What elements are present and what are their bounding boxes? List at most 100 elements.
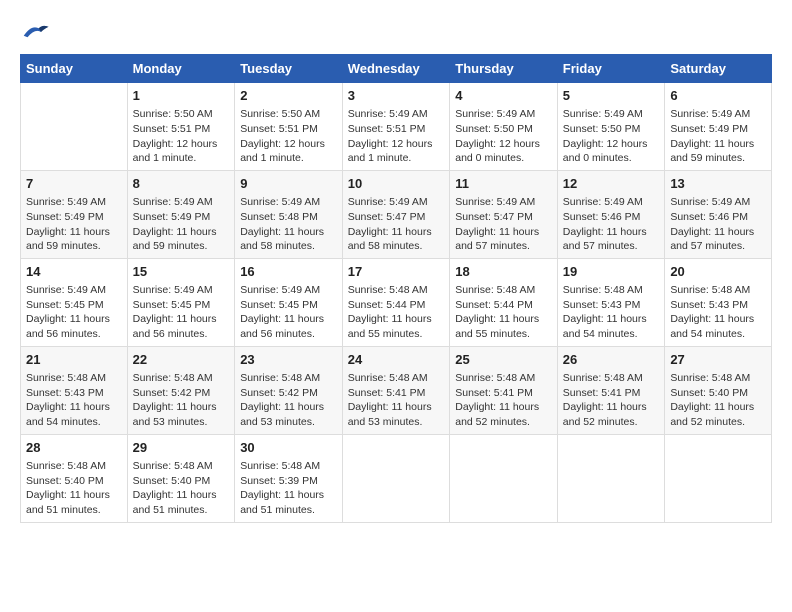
day-info: Sunrise: 5:49 AMSunset: 5:45 PMDaylight:…: [240, 283, 337, 342]
logo: [20, 20, 52, 44]
calendar-cell: 9 Sunrise: 5:49 AMSunset: 5:48 PMDaylight…: [235, 170, 343, 258]
calendar-cell: 1 Sunrise: 5:50 AMSunset: 5:51 PMDaylight…: [127, 83, 235, 171]
day-number: 7: [26, 175, 122, 193]
calendar-table: SundayMondayTuesdayWednesdayThursdayFrid…: [20, 54, 772, 523]
day-number: 19: [563, 263, 660, 281]
calendar-week-row: 14 Sunrise: 5:49 AMSunset: 5:45 PMDayligh…: [21, 258, 772, 346]
day-info: Sunrise: 5:49 AMSunset: 5:45 PMDaylight:…: [26, 283, 122, 342]
header-thursday: Thursday: [450, 55, 558, 83]
calendar-cell: [665, 434, 772, 522]
calendar-cell: 14 Sunrise: 5:49 AMSunset: 5:45 PMDayligh…: [21, 258, 128, 346]
day-number: 4: [455, 87, 552, 105]
day-number: 27: [670, 351, 766, 369]
day-info: Sunrise: 5:48 AMSunset: 5:39 PMDaylight:…: [240, 459, 337, 518]
day-info: Sunrise: 5:49 AMSunset: 5:46 PMDaylight:…: [563, 195, 660, 254]
calendar-cell: 4 Sunrise: 5:49 AMSunset: 5:50 PMDaylight…: [450, 83, 558, 171]
calendar-cell: 6 Sunrise: 5:49 AMSunset: 5:49 PMDaylight…: [665, 83, 772, 171]
calendar-cell: 11 Sunrise: 5:49 AMSunset: 5:47 PMDayligh…: [450, 170, 558, 258]
day-number: 16: [240, 263, 337, 281]
day-number: 2: [240, 87, 337, 105]
day-info: Sunrise: 5:49 AMSunset: 5:49 PMDaylight:…: [670, 107, 766, 166]
calendar-cell: [450, 434, 558, 522]
calendar-week-row: 21 Sunrise: 5:48 AMSunset: 5:43 PMDayligh…: [21, 346, 772, 434]
day-number: 13: [670, 175, 766, 193]
calendar-week-row: 28 Sunrise: 5:48 AMSunset: 5:40 PMDayligh…: [21, 434, 772, 522]
logo-icon: [20, 20, 50, 44]
calendar-cell: [342, 434, 450, 522]
day-info: Sunrise: 5:48 AMSunset: 5:42 PMDaylight:…: [240, 371, 337, 430]
day-number: 11: [455, 175, 552, 193]
header-tuesday: Tuesday: [235, 55, 343, 83]
day-info: Sunrise: 5:49 AMSunset: 5:51 PMDaylight:…: [348, 107, 445, 166]
calendar-cell: 15Sunrise: 5:49 AMSunset: 5:45 PMDayligh…: [127, 258, 235, 346]
calendar-cell: 13Sunrise: 5:49 AMSunset: 5:46 PMDayligh…: [665, 170, 772, 258]
calendar-cell: 17 Sunrise: 5:48 AMSunset: 5:44 PMDayligh…: [342, 258, 450, 346]
day-info: Sunrise: 5:49 AMSunset: 5:49 PMDaylight:…: [133, 195, 230, 254]
day-number: 29: [133, 439, 230, 457]
header-saturday: Saturday: [665, 55, 772, 83]
day-info: Sunrise: 5:48 AMSunset: 5:43 PMDaylight:…: [563, 283, 660, 342]
day-info: Sunrise: 5:49 AMSunset: 5:47 PMDaylight:…: [455, 195, 552, 254]
day-number: 17: [348, 263, 445, 281]
calendar-cell: [21, 83, 128, 171]
day-info: Sunrise: 5:49 AMSunset: 5:45 PMDaylight:…: [133, 283, 230, 342]
day-number: 14: [26, 263, 122, 281]
day-info: Sunrise: 5:49 AMSunset: 5:49 PMDaylight:…: [26, 195, 122, 254]
calendar-header-row: SundayMondayTuesdayWednesdayThursdayFrid…: [21, 55, 772, 83]
day-info: Sunrise: 5:48 AMSunset: 5:43 PMDaylight:…: [26, 371, 122, 430]
calendar-cell: 23Sunrise: 5:48 AMSunset: 5:42 PMDayligh…: [235, 346, 343, 434]
calendar-cell: 18 Sunrise: 5:48 AMSunset: 5:44 PMDayligh…: [450, 258, 558, 346]
day-info: Sunrise: 5:48 AMSunset: 5:41 PMDaylight:…: [455, 371, 552, 430]
day-number: 22: [133, 351, 230, 369]
day-number: 18: [455, 263, 552, 281]
day-number: 21: [26, 351, 122, 369]
day-number: 26: [563, 351, 660, 369]
calendar-cell: 25 Sunrise: 5:48 AMSunset: 5:41 PMDayligh…: [450, 346, 558, 434]
calendar-cell: 21 Sunrise: 5:48 AMSunset: 5:43 PMDayligh…: [21, 346, 128, 434]
calendar-cell: [557, 434, 665, 522]
calendar-cell: 7 Sunrise: 5:49 AMSunset: 5:49 PMDaylight…: [21, 170, 128, 258]
day-number: 1: [133, 87, 230, 105]
day-info: Sunrise: 5:49 AMSunset: 5:50 PMDaylight:…: [455, 107, 552, 166]
day-number: 5: [563, 87, 660, 105]
calendar-cell: 3 Sunrise: 5:49 AMSunset: 5:51 PMDaylight…: [342, 83, 450, 171]
calendar-cell: 5Sunrise: 5:49 AMSunset: 5:50 PMDaylight…: [557, 83, 665, 171]
calendar-cell: 10 Sunrise: 5:49 AMSunset: 5:47 PMDayligh…: [342, 170, 450, 258]
calendar-cell: 28Sunrise: 5:48 AMSunset: 5:40 PMDayligh…: [21, 434, 128, 522]
day-info: Sunrise: 5:48 AMSunset: 5:41 PMDaylight:…: [563, 371, 660, 430]
day-number: 10: [348, 175, 445, 193]
day-number: 3: [348, 87, 445, 105]
calendar-cell: 27Sunrise: 5:48 AMSunset: 5:40 PMDayligh…: [665, 346, 772, 434]
calendar-cell: 29 Sunrise: 5:48 AMSunset: 5:40 PMDayligh…: [127, 434, 235, 522]
day-info: Sunrise: 5:48 AMSunset: 5:43 PMDaylight:…: [670, 283, 766, 342]
day-number: 28: [26, 439, 122, 457]
day-info: Sunrise: 5:48 AMSunset: 5:44 PMDaylight:…: [455, 283, 552, 342]
calendar-cell: 2 Sunrise: 5:50 AMSunset: 5:51 PMDaylight…: [235, 83, 343, 171]
day-number: 25: [455, 351, 552, 369]
header-wednesday: Wednesday: [342, 55, 450, 83]
day-info: Sunrise: 5:49 AMSunset: 5:48 PMDaylight:…: [240, 195, 337, 254]
day-number: 9: [240, 175, 337, 193]
calendar-cell: 19 Sunrise: 5:48 AMSunset: 5:43 PMDayligh…: [557, 258, 665, 346]
calendar-cell: 20 Sunrise: 5:48 AMSunset: 5:43 PMDayligh…: [665, 258, 772, 346]
header-sunday: Sunday: [21, 55, 128, 83]
day-number: 6: [670, 87, 766, 105]
day-info: Sunrise: 5:49 AMSunset: 5:47 PMDaylight:…: [348, 195, 445, 254]
calendar-cell: 30Sunrise: 5:48 AMSunset: 5:39 PMDayligh…: [235, 434, 343, 522]
calendar-week-row: 1 Sunrise: 5:50 AMSunset: 5:51 PMDaylight…: [21, 83, 772, 171]
page-header: [20, 20, 772, 44]
calendar-cell: 24 Sunrise: 5:48 AMSunset: 5:41 PMDayligh…: [342, 346, 450, 434]
day-info: Sunrise: 5:48 AMSunset: 5:40 PMDaylight:…: [133, 459, 230, 518]
calendar-cell: 8 Sunrise: 5:49 AMSunset: 5:49 PMDaylight…: [127, 170, 235, 258]
day-info: Sunrise: 5:50 AMSunset: 5:51 PMDaylight:…: [240, 107, 337, 166]
day-info: Sunrise: 5:48 AMSunset: 5:41 PMDaylight:…: [348, 371, 445, 430]
day-info: Sunrise: 5:50 AMSunset: 5:51 PMDaylight:…: [133, 107, 230, 166]
header-monday: Monday: [127, 55, 235, 83]
calendar-cell: 16 Sunrise: 5:49 AMSunset: 5:45 PMDayligh…: [235, 258, 343, 346]
calendar-cell: 22Sunrise: 5:48 AMSunset: 5:42 PMDayligh…: [127, 346, 235, 434]
day-number: 20: [670, 263, 766, 281]
day-info: Sunrise: 5:48 AMSunset: 5:44 PMDaylight:…: [348, 283, 445, 342]
day-number: 24: [348, 351, 445, 369]
header-friday: Friday: [557, 55, 665, 83]
day-number: 8: [133, 175, 230, 193]
